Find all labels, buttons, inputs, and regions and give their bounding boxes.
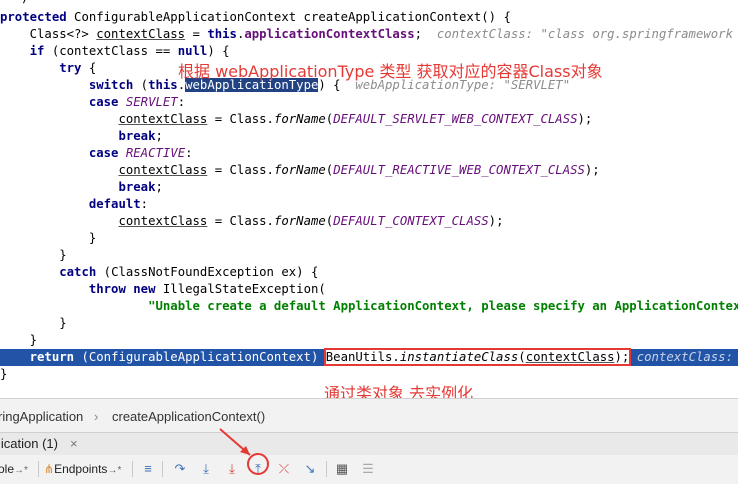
code-line: contextClass = Class.forName(DEFAULT_CON… xyxy=(118,214,504,228)
code-line: } xyxy=(59,316,67,330)
debug-toolbar: ole→* ⋔Endpoints→* ≡ ↷ ⤓ ⤓ ⤒ ⤫ ↘ ▦ ☰ xyxy=(0,428,738,484)
toolbar-divider xyxy=(38,461,39,477)
drop-frame-icon[interactable]: ⤫ xyxy=(276,461,292,477)
code-line: contextClass = Class.forName(DEFAULT_SER… xyxy=(118,112,593,126)
code-line-method-signature: protected ConfigurableApplicationContext… xyxy=(0,10,511,24)
run-to-cursor-icon[interactable]: ↘ xyxy=(302,461,318,477)
debug-tabs: lication (1) × xyxy=(0,432,738,456)
step-into-icon[interactable]: ⤓ xyxy=(198,461,214,477)
code-line: catch (ClassNotFoundException ex) { xyxy=(59,265,319,279)
close-icon[interactable]: × xyxy=(70,436,78,451)
inline-debug-value: contextClass: "class org.springframework xyxy=(436,27,733,41)
code-line: Class<?> contextClass = this.application… xyxy=(0,27,733,41)
toolbar-divider xyxy=(326,461,327,477)
code-line: case REACTIVE: xyxy=(88,146,193,160)
code-line: throw new IllegalStateException( xyxy=(88,282,326,296)
code-line: */ xyxy=(0,0,30,7)
code-line: } xyxy=(59,248,67,262)
code-line: case SERVLET: xyxy=(88,95,186,109)
debug-panel: ringApplication › createApplicationConte… xyxy=(0,398,738,484)
breadcrumb: ringApplication › createApplicationConte… xyxy=(0,398,738,433)
annotation-top: 根据 webApplicationType 类型 获取对应的容器Class对象 xyxy=(178,62,603,81)
code-line-return: return (ConfigurableApplicationContext) … xyxy=(0,348,738,366)
highlighted-expression: BeanUtils.instantiateClass(contextClass)… xyxy=(323,348,632,366)
menu-icon[interactable]: ≡ xyxy=(140,461,156,477)
code-line: break; xyxy=(118,180,163,194)
trace-icon[interactable]: ☰ xyxy=(360,461,376,477)
evaluate-expression-icon[interactable]: ▦ xyxy=(334,461,350,477)
toolbar-divider xyxy=(132,461,133,477)
code-line: "Unable create a default ApplicationCont… xyxy=(148,299,738,313)
code-line: default: xyxy=(88,197,149,211)
annotation-arrow xyxy=(219,428,269,475)
annotation-bottom: 通过类对象 去实例化 xyxy=(324,384,474,398)
code-line: try { xyxy=(59,61,97,75)
toolbar-divider xyxy=(162,461,163,477)
breadcrumb-separator: › xyxy=(94,409,99,424)
breadcrumb-item-method[interactable]: createApplicationContext() xyxy=(112,409,265,424)
execution-point-line: return (ConfigurableApplicationContext) … xyxy=(0,348,738,366)
endpoints-icon: ⋔ xyxy=(44,462,55,476)
tab-console[interactable]: ole→* xyxy=(0,460,28,478)
step-over-icon[interactable]: ↷ xyxy=(172,461,188,477)
code-editor[interactable]: */ protected ConfigurableApplicationCont… xyxy=(0,0,738,398)
tab-debug-session[interactable]: lication (1) xyxy=(0,436,58,451)
code-line: } xyxy=(29,333,38,347)
code-line: } xyxy=(0,367,8,381)
breadcrumb-item-class[interactable]: ringApplication xyxy=(0,409,83,424)
inline-debug-value: contextClass: "class org.springframework xyxy=(636,350,733,364)
code-line: } xyxy=(88,231,97,245)
code-line: break; xyxy=(118,129,163,143)
code-line: contextClass = Class.forName(DEFAULT_REA… xyxy=(118,163,600,177)
tab-endpoints[interactable]: ⋔Endpoints→* xyxy=(44,460,121,478)
